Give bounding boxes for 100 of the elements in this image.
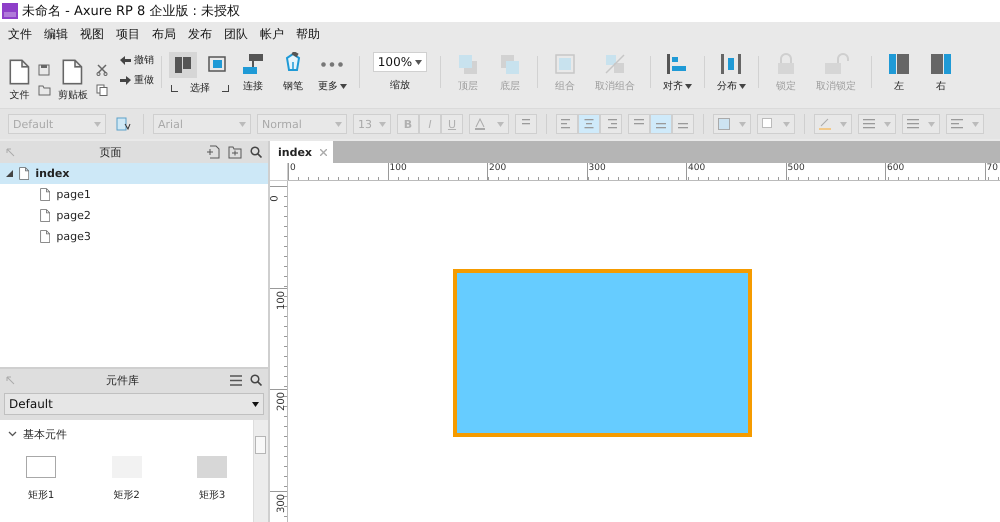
menu-icon[interactable] — [230, 374, 242, 386]
zoom-label: 缩放 — [390, 78, 410, 92]
left-panel-icon — [886, 52, 911, 76]
rectangle-widget-icon[interactable] — [26, 456, 56, 478]
fill-swatch-icon — [718, 118, 730, 130]
redo-arrow-icon — [120, 76, 131, 84]
unlock-icon — [822, 52, 849, 76]
paste-button[interactable]: 剪贴板 — [52, 52, 93, 102]
widget-label: 矩形3 — [198, 489, 226, 502]
caret-icon — [783, 122, 790, 126]
menu-item[interactable]: 项目 — [110, 23, 146, 45]
close-icon[interactable] — [320, 148, 328, 156]
document-icon — [62, 58, 84, 84]
caret-icon — [684, 84, 692, 88]
menu-item[interactable]: 编辑 — [38, 23, 74, 45]
caret-icon — [340, 84, 347, 88]
caret-icon — [884, 122, 891, 126]
menu-item[interactable]: 帐户 — [254, 23, 290, 45]
library-section-header[interactable]: 基本元件 — [8, 426, 245, 442]
undo-arrow-icon — [120, 56, 131, 64]
left-button[interactable]: 左 — [878, 46, 919, 108]
more-button[interactable]: 更多 — [312, 46, 352, 108]
ruler-label: 300 — [276, 493, 287, 513]
search-icon[interactable] — [250, 146, 262, 158]
connector-icon — [240, 52, 265, 76]
redo-button[interactable]: 重做 — [120, 72, 154, 88]
search-icon[interactable] — [250, 374, 262, 386]
ruler-label: 200 — [489, 163, 506, 173]
scissors-icon — [96, 64, 108, 76]
pen-button[interactable]: 钢笔 — [274, 46, 311, 108]
caret-icon — [379, 122, 386, 126]
corner-bracket-icon — [222, 84, 229, 92]
ungroup-icon — [602, 52, 627, 76]
ruler-label: 100 — [276, 290, 287, 310]
menu-item[interactable]: 视图 — [74, 23, 110, 45]
caret-icon — [497, 122, 504, 126]
distribute-button[interactable]: 分布 — [712, 46, 751, 108]
ruler-label: 300 — [588, 163, 606, 173]
save-button[interactable] — [38, 62, 51, 78]
line-color-select[interactable] — [814, 114, 852, 134]
caret-icon — [94, 122, 101, 126]
page-tab[interactable]: index — [270, 141, 334, 163]
cut-button[interactable] — [96, 62, 108, 78]
more-icon — [321, 62, 344, 67]
lines-icon — [863, 119, 875, 129]
menu-item[interactable]: 帮助 — [290, 23, 326, 45]
caret-icon — [738, 84, 746, 88]
shadow-icon — [762, 118, 774, 130]
widget-label: 矩形2 — [113, 489, 140, 502]
undo-button[interactable]: 撤销 — [120, 52, 154, 68]
connect-button[interactable]: 连接 — [232, 46, 273, 108]
lines-icon — [561, 119, 573, 129]
copy-icon — [96, 84, 108, 96]
lines-icon — [605, 119, 617, 129]
right-button[interactable]: 右 — [920, 46, 961, 108]
copy-button[interactable] — [96, 82, 108, 98]
caret-icon — [335, 122, 342, 126]
page-tree-item[interactable]: page2 — [0, 205, 268, 226]
align-button[interactable]: 对齐 — [658, 46, 697, 108]
menu-item[interactable]: 文件 — [2, 23, 38, 45]
line-weight-select[interactable] — [858, 114, 896, 134]
line-style-select[interactable] — [902, 114, 940, 134]
scrollbar[interactable] — [253, 420, 268, 522]
page-tree-item[interactable]: page1 — [0, 184, 268, 205]
distribute-icon — [719, 52, 744, 76]
right-panel-icon — [928, 52, 953, 76]
ruler-label: 400 — [688, 163, 706, 173]
menu-item[interactable]: 发布 — [182, 23, 218, 45]
page-tree-item[interactable]: index — [0, 163, 268, 184]
zoom-select[interactable]: 100% — [372, 52, 427, 72]
caret-icon — [928, 122, 935, 126]
caret-icon — [840, 122, 847, 126]
bullet-button[interactable] — [515, 114, 537, 134]
select-contained-icon — [206, 55, 227, 75]
panel-title: 页面 — [98, 144, 122, 160]
page-tree-item[interactable]: page3 — [0, 226, 268, 247]
document-icon — [40, 230, 50, 243]
document-icon — [19, 167, 30, 180]
caret-icon — [739, 122, 746, 126]
menu-item[interactable]: 布局 — [146, 23, 182, 45]
select-label: 选择 — [190, 82, 210, 95]
select-intersect-button[interactable] — [168, 52, 197, 78]
library-select[interactable]: Default — [4, 393, 264, 415]
font-color-select[interactable] — [469, 114, 509, 134]
add-page-icon[interactable] — [206, 145, 220, 159]
panel-title: 元件库 — [105, 372, 140, 388]
menu-item[interactable]: 团队 — [218, 23, 254, 45]
arrow-style-select[interactable] — [946, 114, 984, 134]
rectangle-shape[interactable] — [453, 269, 752, 437]
dock-arrow-icon — [6, 148, 15, 156]
add-folder-icon[interactable] — [228, 146, 242, 158]
corner-bracket-icon — [170, 84, 178, 92]
chevron-icon — [8, 431, 17, 437]
lines-icon — [951, 119, 963, 129]
ruler-label: 70 — [986, 163, 998, 173]
scrollbar-thumb[interactable] — [255, 436, 266, 454]
new-file-button[interactable]: 文件 — [4, 52, 35, 102]
fill-color-select[interactable] — [713, 114, 751, 134]
caret-icon — [239, 122, 246, 126]
shadow-select[interactable] — [757, 114, 795, 134]
